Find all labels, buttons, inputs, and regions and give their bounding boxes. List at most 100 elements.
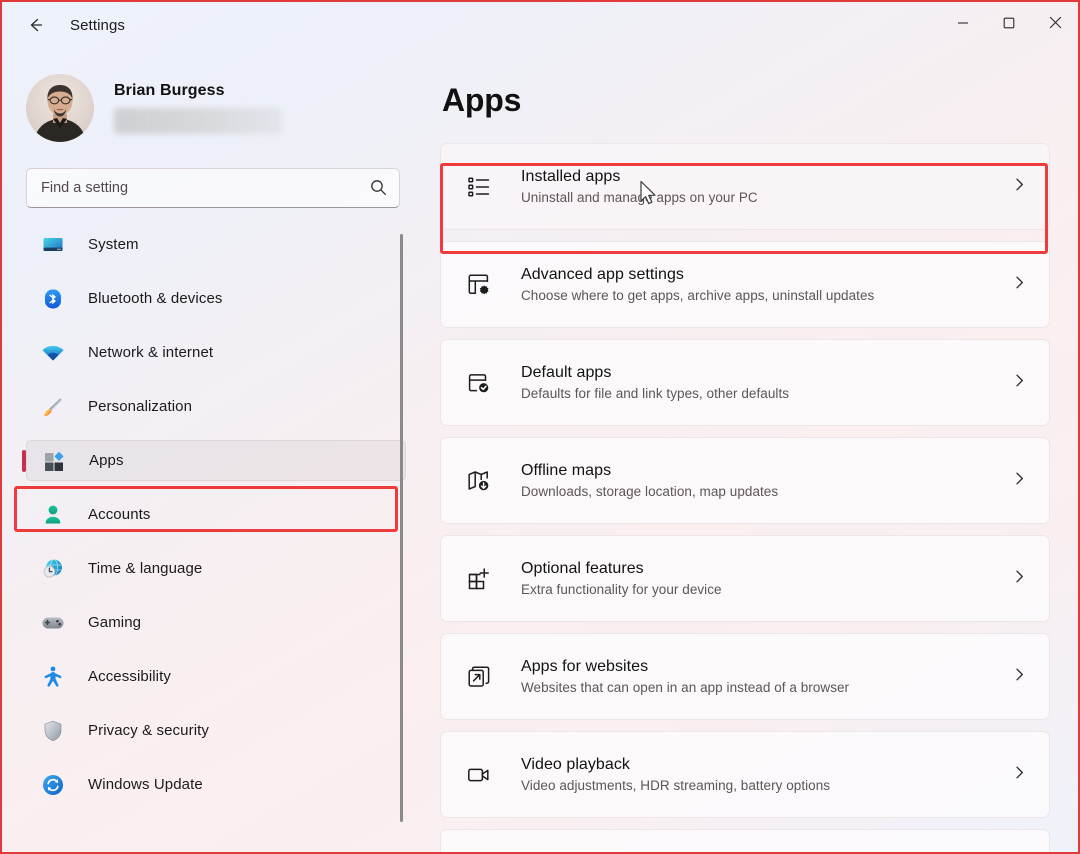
card-advanced-app-settings[interactable]: Advanced app settings Choose where to ge… [440,241,1050,328]
card-optional-features[interactable]: Optional features Extra functionality fo… [440,535,1050,622]
list-bullets-icon [463,171,495,203]
card-subtitle: Defaults for file and link types, other … [521,386,790,401]
card-text: Advanced app settings Choose where to ge… [521,266,1012,303]
wifi-icon [40,340,66,366]
apps-icon [41,448,67,474]
card-text: Video playback Video adjustments, HDR st… [521,756,1012,793]
card-title: Advanced app settings [521,266,684,283]
external-link-icon [463,661,495,693]
card-default-apps[interactable]: Default apps Defaults for file and link … [440,339,1050,426]
search-box[interactable] [26,168,400,208]
maximize-button[interactable] [986,2,1032,48]
minimize-icon [957,16,969,34]
sidebar-item-label: Time & language [88,560,203,577]
sidebar-item-personalization[interactable]: Personalization [26,386,406,427]
sidebar-item-label: Apps [89,452,124,469]
sidebar-scrollbar[interactable] [400,234,403,822]
card-title: Offline maps [521,462,612,479]
shield-icon [40,718,66,744]
card-installed-apps[interactable]: Installed apps Uninstall and manage apps… [440,143,1050,230]
card-title: Apps for websites [521,658,649,675]
video-camera-icon [463,759,495,791]
sidebar-item-label: Gaming [88,614,142,631]
sidebar-item-time-language[interactable]: Time & language [26,548,406,589]
clock-globe-icon [40,556,66,582]
card-text: Offline maps Downloads, storage location… [521,462,1012,499]
sidebar-item-label: Accounts [88,506,151,523]
sidebar: Brian Burgess Find a setting System Blue… [2,48,412,852]
card-title: Default apps [521,364,612,381]
monitor-icon [40,232,66,258]
close-icon [1049,16,1062,34]
card-title: Optional features [521,560,644,577]
sidebar-item-label: Windows Update [88,776,203,793]
nav-list: System Bluetooth & devices Network & int… [22,224,406,805]
sidebar-item-system[interactable]: System [26,224,406,265]
back-button[interactable] [16,9,54,41]
sidebar-item-label: Privacy & security [88,722,209,739]
sidebar-item-label: Bluetooth & devices [88,290,223,307]
card-subtitle: Downloads, storage location, map updates [521,484,779,499]
search-input[interactable] [26,168,400,208]
chevron-right-icon [1012,275,1027,295]
sidebar-item-privacy-security[interactable]: Privacy & security [26,710,406,751]
chevron-right-icon [1012,765,1027,785]
card-subtitle: Uninstall and manage apps on your PC [521,190,758,205]
account-email-redacted [114,108,282,134]
account-text: Brian Burgess [114,82,282,134]
minimize-button[interactable] [940,2,986,48]
page-title: Apps [442,82,522,118]
card-text: Default apps Defaults for file and link … [521,364,1012,401]
card-video-playback[interactable]: Video playback Video adjustments, HDR st… [440,731,1050,818]
grid-plus-icon [463,563,495,595]
sidebar-item-label: Network & internet [88,344,214,361]
accessibility-icon [40,664,66,690]
title-bar: Settings [2,2,1078,48]
chevron-right-icon [1012,667,1027,687]
app-title: Settings [70,16,125,34]
card-text: Optional features Extra functionality fo… [521,560,1012,597]
settings-card-list: Installed apps Uninstall and manage apps… [440,143,1050,852]
window-check-icon [463,367,495,399]
avatar [26,74,94,142]
card-title: Video playback [521,756,630,773]
card-subtitle: Video adjustments, HDR streaming, batter… [521,778,831,793]
sidebar-item-bluetooth-devices[interactable]: Bluetooth & devices [26,278,406,319]
chevron-right-icon [1012,471,1027,491]
gamepad-icon [40,610,66,636]
close-button[interactable] [1032,2,1078,48]
person-icon [40,502,66,528]
card-text: Apps for websites Websites that can open… [521,658,1012,695]
main-content: Apps Installed apps Uninstall and manage… [412,48,1078,852]
sidebar-item-network-internet[interactable]: Network & internet [26,332,406,373]
card-apps-for-websites[interactable]: Apps for websites Websites that can open… [440,633,1050,720]
account-name: Brian Burgess [114,82,225,99]
card-title: Installed apps [521,168,621,185]
account-block[interactable]: Brian Burgess [26,62,412,154]
sidebar-item-accounts[interactable]: Accounts [26,494,406,535]
card-subtitle: Websites that can open in an app instead… [521,680,850,695]
sidebar-item-gaming[interactable]: Gaming [26,602,406,643]
window-controls [940,2,1078,48]
window-gear-icon [463,269,495,301]
card-text: Installed apps Uninstall and manage apps… [521,168,1012,205]
map-download-icon [463,465,495,497]
update-sync-icon [40,772,66,798]
maximize-icon [1003,16,1015,34]
sidebar-item-accessibility[interactable]: Accessibility [26,656,406,697]
sidebar-item-label: System [88,236,139,253]
card-offline-maps[interactable]: Offline maps Downloads, storage location… [440,437,1050,524]
card-subtitle: Extra functionality for your device [521,582,722,597]
chevron-right-icon [1012,569,1027,589]
chevron-right-icon [1012,373,1027,393]
back-arrow-icon [25,15,45,35]
sidebar-item-windows-update[interactable]: Windows Update [26,764,406,805]
paintbrush-icon [40,394,66,420]
card-partial-next[interactable] [440,829,1050,852]
card-subtitle: Choose where to get apps, archive apps, … [521,288,875,303]
sidebar-item-label: Accessibility [88,668,171,685]
sidebar-item-label: Personalization [88,398,193,415]
bluetooth-icon [40,286,66,312]
sidebar-item-apps[interactable]: Apps [22,440,406,481]
chevron-right-icon [1012,177,1027,197]
